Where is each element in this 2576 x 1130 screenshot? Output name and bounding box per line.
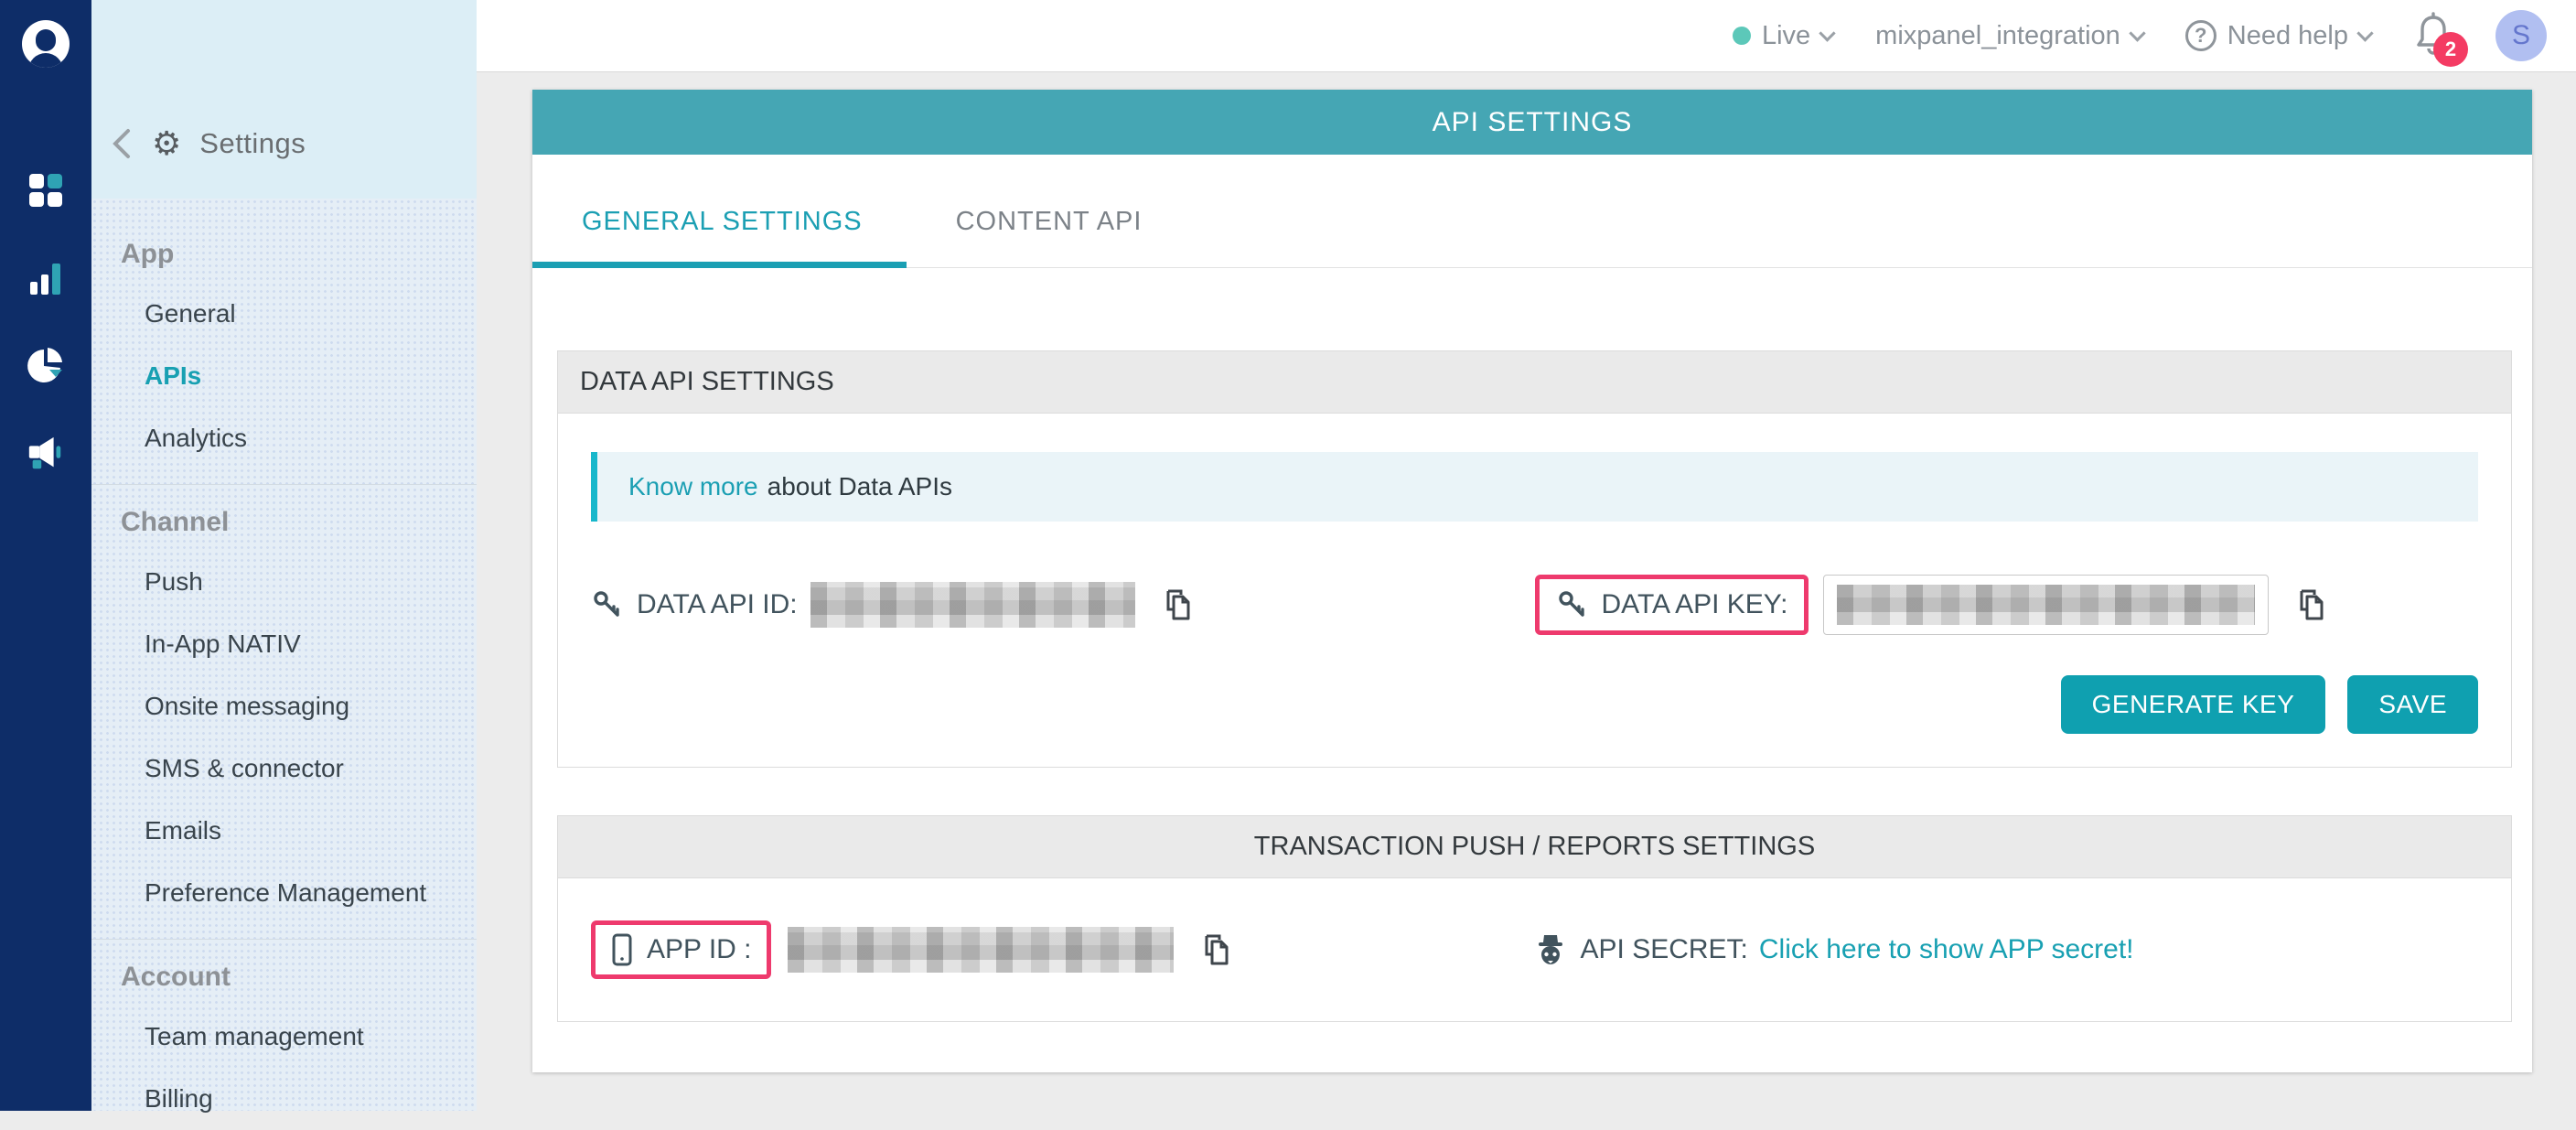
help-question-icon: ? <box>2185 20 2216 51</box>
copy-icon[interactable] <box>1159 586 1196 624</box>
data-api-key-field: DATA API KEY: <box>1535 575 2479 635</box>
sidebar-item-push[interactable]: Push <box>91 551 477 613</box>
secret-spy-icon <box>1535 932 1566 967</box>
campaign-megaphone-icon[interactable] <box>26 434 66 474</box>
sidebar-item-apis[interactable]: APIs <box>91 345 477 407</box>
notifications-bell[interactable]: 2 <box>2413 12 2453 59</box>
app-id-field: APP ID : <box>591 920 1535 979</box>
sidebar-item-analytics[interactable]: Analytics <box>91 407 477 469</box>
dashboard-grid-icon[interactable] <box>26 170 66 210</box>
project-name-label: mixpanel_integration <box>1875 21 2120 51</box>
tab-bar: GENERAL SETTINGS CONTENT API <box>532 155 2532 268</box>
save-button[interactable]: SAVE <box>2347 675 2478 734</box>
sidebar-divider <box>91 484 477 485</box>
sidebar-divider <box>91 939 477 940</box>
know-more-link[interactable]: Know more <box>628 472 758 501</box>
sidebar-item-team-management[interactable]: Team management <box>91 1006 477 1068</box>
notification-count-badge: 2 <box>2433 32 2468 67</box>
api-settings-card: API SETTINGS GENERAL SETTINGS CONTENT AP… <box>532 90 2532 1072</box>
key-icon <box>591 588 624 621</box>
app-id-highlight-box: APP ID : <box>591 920 771 979</box>
sidebar-item-preference-management[interactable]: Preference Management <box>91 862 477 924</box>
app-id-label: APP ID : <box>647 934 752 965</box>
generate-key-button[interactable]: GENERATE KEY <box>2061 675 2326 734</box>
tab-general-settings[interactable]: GENERAL SETTINGS <box>532 207 907 268</box>
mobile-phone-icon <box>610 932 634 967</box>
sidebar-menu: App General APIs Analytics Channel Push … <box>91 199 477 1130</box>
transaction-push-section: TRANSACTION PUSH / REPORTS SETTINGS APP … <box>557 815 2512 1022</box>
pie-chart-icon[interactable] <box>26 346 66 386</box>
show-app-secret-link[interactable]: Click here to show APP secret! <box>1759 934 2134 965</box>
app-id-redacted-value <box>788 927 1174 973</box>
need-help-dropdown[interactable]: ? Need help <box>2185 20 2371 51</box>
page-title: API SETTINGS <box>1433 107 1633 138</box>
copy-icon[interactable] <box>2292 586 2329 624</box>
sidebar-section-channel: Channel <box>91 490 477 551</box>
data-api-key-redacted-value <box>1837 585 2255 625</box>
know-more-banner: Know more about Data APIs <box>591 452 2478 522</box>
sidebar-title: Settings <box>199 127 306 160</box>
sidebar-item-billing[interactable]: Billing <box>91 1068 477 1130</box>
know-more-text: about Data APIs <box>767 472 952 501</box>
live-status-dot <box>1733 27 1751 45</box>
settings-sidebar: ⚙ Settings App General APIs Analytics Ch… <box>91 0 477 1111</box>
card-header: API SETTINGS <box>532 90 2532 155</box>
sidebar-item-emails[interactable]: Emails <box>91 800 477 862</box>
sidebar-section-app: App <box>91 222 477 283</box>
sidebar-section-account: Account <box>91 945 477 1006</box>
sidebar-item-general[interactable]: General <box>91 283 477 345</box>
transaction-push-header: TRANSACTION PUSH / REPORTS SETTINGS <box>558 816 2511 878</box>
data-api-id-label: DATA API ID: <box>637 589 798 620</box>
sidebar-item-inapp-nativ[interactable]: In-App NATIV <box>91 613 477 675</box>
data-api-id-field: DATA API ID: <box>591 582 1535 628</box>
need-help-label: Need help <box>2227 21 2348 51</box>
user-avatar[interactable]: S <box>2496 10 2547 61</box>
back-chevron-icon[interactable] <box>110 127 134 160</box>
live-status-dropdown[interactable]: Live <box>1733 21 1833 51</box>
tab-content-api[interactable]: CONTENT API <box>907 207 1186 268</box>
data-api-id-redacted-value <box>810 582 1135 628</box>
gear-icon: ⚙ <box>152 127 181 160</box>
topbar: Live mixpanel_integration ? Need help 2 … <box>477 0 2576 72</box>
project-dropdown[interactable]: mixpanel_integration <box>1875 21 2143 51</box>
chevron-down-icon <box>2129 25 2145 41</box>
live-status-label: Live <box>1762 21 1810 51</box>
api-secret-field: API SECRET: Click here to show APP secre… <box>1535 932 2479 967</box>
chevron-down-icon <box>1819 25 1835 41</box>
data-api-key-highlight-box: DATA API KEY: <box>1535 575 1809 635</box>
sidebar-item-onsite-messaging[interactable]: Onsite messaging <box>91 675 477 737</box>
data-api-key-input[interactable] <box>1823 575 2269 635</box>
key-icon <box>1556 588 1589 621</box>
chevron-down-icon <box>2356 25 2373 41</box>
api-secret-label: API SECRET: <box>1581 934 1748 965</box>
brand-logo[interactable] <box>22 20 70 68</box>
sidebar-header: ⚙ Settings <box>91 0 477 199</box>
data-api-settings-section: DATA API SETTINGS Know more about Data A… <box>557 350 2512 768</box>
app-rail <box>0 0 91 1111</box>
bar-chart-icon[interactable] <box>26 258 66 298</box>
copy-icon[interactable] <box>1197 931 1234 969</box>
sidebar-item-sms-connector[interactable]: SMS & connector <box>91 737 477 800</box>
data-api-key-label: DATA API KEY: <box>1602 589 1788 620</box>
data-api-settings-header: DATA API SETTINGS <box>558 351 2511 414</box>
